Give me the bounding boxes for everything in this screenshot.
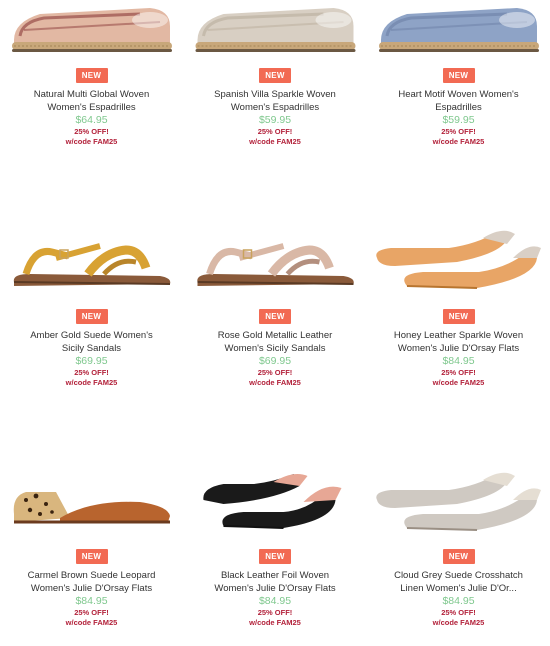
promo-code: w/code FAM25 <box>249 378 301 387</box>
product-name[interactable]: Rose Gold Metallic Leather Women's Sicil… <box>183 329 367 355</box>
promo-discount: 25% OFF! <box>441 127 476 136</box>
product-image[interactable] <box>0 228 183 294</box>
product-name[interactable]: Amber Gold Suede Women's Sicily Sandals <box>0 329 183 355</box>
product-name[interactable]: Carmel Brown Suede Leopard Women's Julie… <box>0 569 183 595</box>
new-badge: NEW <box>259 309 291 324</box>
product-image[interactable] <box>367 0 550 60</box>
promo-code: w/code FAM25 <box>432 618 485 627</box>
promo-discount: 25% OFF! <box>257 608 293 617</box>
new-badge: NEW <box>75 68 108 83</box>
product-price: $59.95 <box>258 114 292 126</box>
product-image[interactable] <box>367 228 550 294</box>
product-name[interactable]: Black Leather Foil Woven Women's Julie D… <box>183 569 367 595</box>
product-price: $84.95 <box>258 595 292 607</box>
product-card[interactable]: NEW Heart Motif Woven Women's Espadrille… <box>367 0 550 228</box>
promo-code: w/code FAM25 <box>65 137 118 146</box>
new-badge: NEW <box>442 549 475 564</box>
product-price: $64.95 <box>75 114 108 126</box>
product-price: $84.95 <box>75 595 108 607</box>
product-image[interactable] <box>0 0 183 60</box>
product-card[interactable]: NEW Amber Gold Suede Women's Sicily Sand… <box>0 228 183 470</box>
new-badge: NEW <box>442 309 475 324</box>
product-name[interactable]: Natural Multi Global Woven Women's Espad… <box>0 88 183 114</box>
product-image[interactable] <box>183 470 367 536</box>
product-name[interactable]: Heart Motif Woven Women's Espadrilles <box>367 88 550 114</box>
promo-code: w/code FAM25 <box>65 618 118 627</box>
promo-discount: 25% OFF! <box>257 368 293 377</box>
product-price: $69.95 <box>75 355 108 367</box>
promo-discount: 25% OFF! <box>441 608 476 617</box>
product-image[interactable] <box>183 228 367 294</box>
product-name[interactable]: Spanish Villa Sparkle Woven Women's Espa… <box>183 88 367 114</box>
promo-discount: 25% OFF! <box>74 127 109 136</box>
product-image[interactable] <box>183 0 367 60</box>
promo-discount: 25% OFF! <box>257 127 293 136</box>
product-card[interactable]: NEW Black Leather Foil Woven Women's Jul… <box>183 470 367 646</box>
product-name[interactable]: Honey Leather Sparkle Woven Women's Juli… <box>367 329 550 355</box>
promo-discount: 25% OFF! <box>441 368 476 377</box>
product-name[interactable]: Cloud Grey Suede Crosshatch Linen Women'… <box>367 569 550 595</box>
promo-code: w/code FAM25 <box>432 137 485 146</box>
product-grid: NEW Natural Multi Global Woven Women's E… <box>0 0 550 646</box>
new-badge: NEW <box>75 549 108 564</box>
new-badge: NEW <box>75 309 108 324</box>
promo-code: w/code FAM25 <box>249 137 301 146</box>
product-card[interactable]: NEW Cloud Grey Suede Crosshatch Linen Wo… <box>367 470 550 646</box>
product-price: $69.95 <box>258 355 292 367</box>
new-badge: NEW <box>442 68 475 83</box>
product-card[interactable]: NEW Spanish Villa Sparkle Woven Women's … <box>183 0 367 228</box>
promo-code: w/code FAM25 <box>249 618 301 627</box>
product-price: $84.95 <box>442 355 475 367</box>
product-card[interactable]: NEW Rose Gold Metallic Leather Women's S… <box>183 228 367 470</box>
product-card[interactable]: NEW Natural Multi Global Woven Women's E… <box>0 0 183 228</box>
promo-discount: 25% OFF! <box>74 608 109 617</box>
product-card[interactable]: NEW Carmel Brown Suede Leopard Women's J… <box>0 470 183 646</box>
product-card[interactable]: NEW Honey Leather Sparkle Woven Women's … <box>367 228 550 470</box>
promo-code: w/code FAM25 <box>65 378 118 387</box>
new-badge: NEW <box>259 68 291 83</box>
new-badge: NEW <box>259 549 291 564</box>
product-image[interactable] <box>0 470 183 536</box>
product-price: $59.95 <box>442 114 475 126</box>
promo-discount: 25% OFF! <box>74 368 109 377</box>
product-price: $84.95 <box>442 595 475 607</box>
promo-code: w/code FAM25 <box>432 378 485 387</box>
product-image[interactable] <box>367 470 550 536</box>
